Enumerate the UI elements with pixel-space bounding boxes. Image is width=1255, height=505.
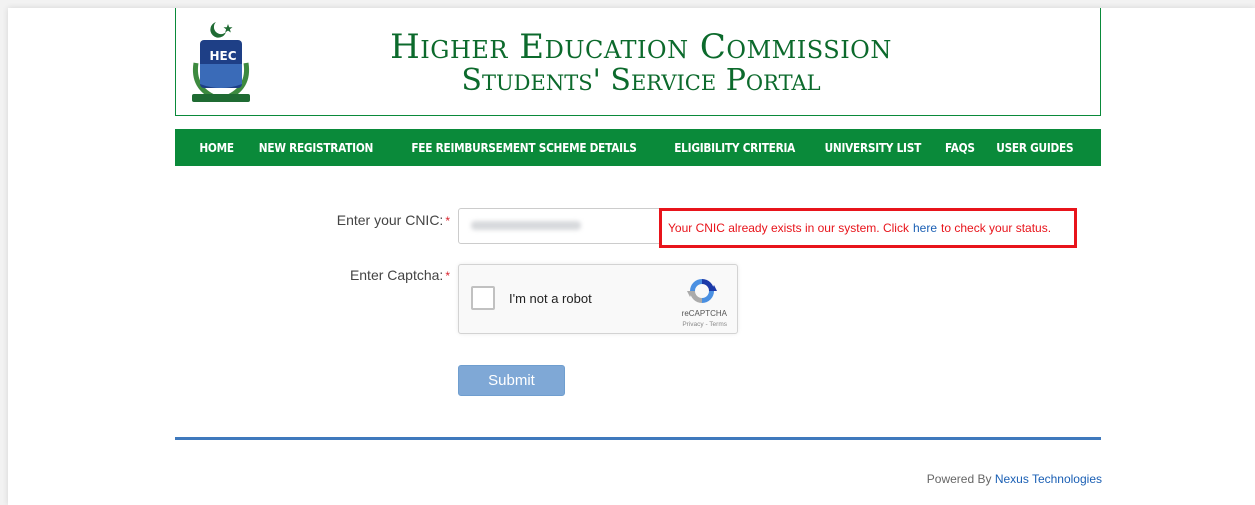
recaptcha-icon — [687, 279, 717, 303]
captcha-label: Enter Captcha: * — [308, 267, 450, 283]
title-line1: Higher Education Commission — [390, 27, 892, 67]
nav-fee-reimbursement[interactable]: Fee Reimbursement Scheme Details — [411, 141, 637, 155]
nexus-technologies-link[interactable]: Nexus Technologies — [995, 472, 1102, 486]
portal-title: Higher Education Commission Students' Se… — [271, 30, 1011, 96]
nav-faqs[interactable]: FAQs — [945, 141, 975, 155]
nav-university-list[interactable]: University List — [825, 141, 922, 155]
required-mark: * — [445, 269, 450, 283]
nav-user-guides[interactable]: User Guides — [997, 141, 1074, 155]
cnic-label: Enter your CNIC: * — [308, 212, 450, 228]
footer-divider — [175, 437, 1101, 440]
error-text-after: to check your status. — [941, 221, 1052, 235]
logo-text: HEC — [209, 49, 236, 63]
nav-eligibility-criteria[interactable]: Eligibility Criteria — [675, 141, 796, 155]
cnic-error-message: Your CNIC already exists in our system. … — [659, 208, 1077, 248]
check-status-link[interactable]: here — [913, 221, 937, 235]
required-mark: * — [445, 214, 450, 228]
recaptcha-widget: I'm not a robot reCAPTCHA Privacy - Term… — [458, 264, 738, 334]
recaptcha-checkbox[interactable] — [471, 286, 495, 310]
header: HEC Higher Education Commission Students… — [175, 8, 1101, 116]
error-text-before: Your CNIC already exists in our system. … — [668, 221, 909, 235]
footer: Powered By Nexus Technologies — [927, 472, 1102, 486]
captcha-label-text: Enter Captcha: — [349, 267, 444, 283]
cnic-redacted-value — [471, 221, 581, 230]
main-nav: Home New Registration Fee Reimbursement … — [175, 129, 1101, 166]
recaptcha-brand: reCAPTCHA — [681, 309, 727, 318]
nav-home[interactable]: Home — [199, 141, 234, 155]
recaptcha-label: I'm not a robot — [509, 291, 592, 306]
recaptcha-terms-link[interactable]: Privacy - Terms — [682, 321, 727, 328]
cnic-label-text: Enter your CNIC: — [336, 212, 444, 228]
hec-logo: HEC — [192, 22, 250, 102]
powered-by-text: Powered By — [926, 472, 992, 486]
page: HEC Higher Education Commission Students… — [8, 8, 1255, 505]
title-line2: Students' Service Portal — [461, 63, 821, 98]
nav-new-registration[interactable]: New Registration — [259, 141, 374, 155]
submit-button[interactable]: Submit — [458, 365, 565, 396]
